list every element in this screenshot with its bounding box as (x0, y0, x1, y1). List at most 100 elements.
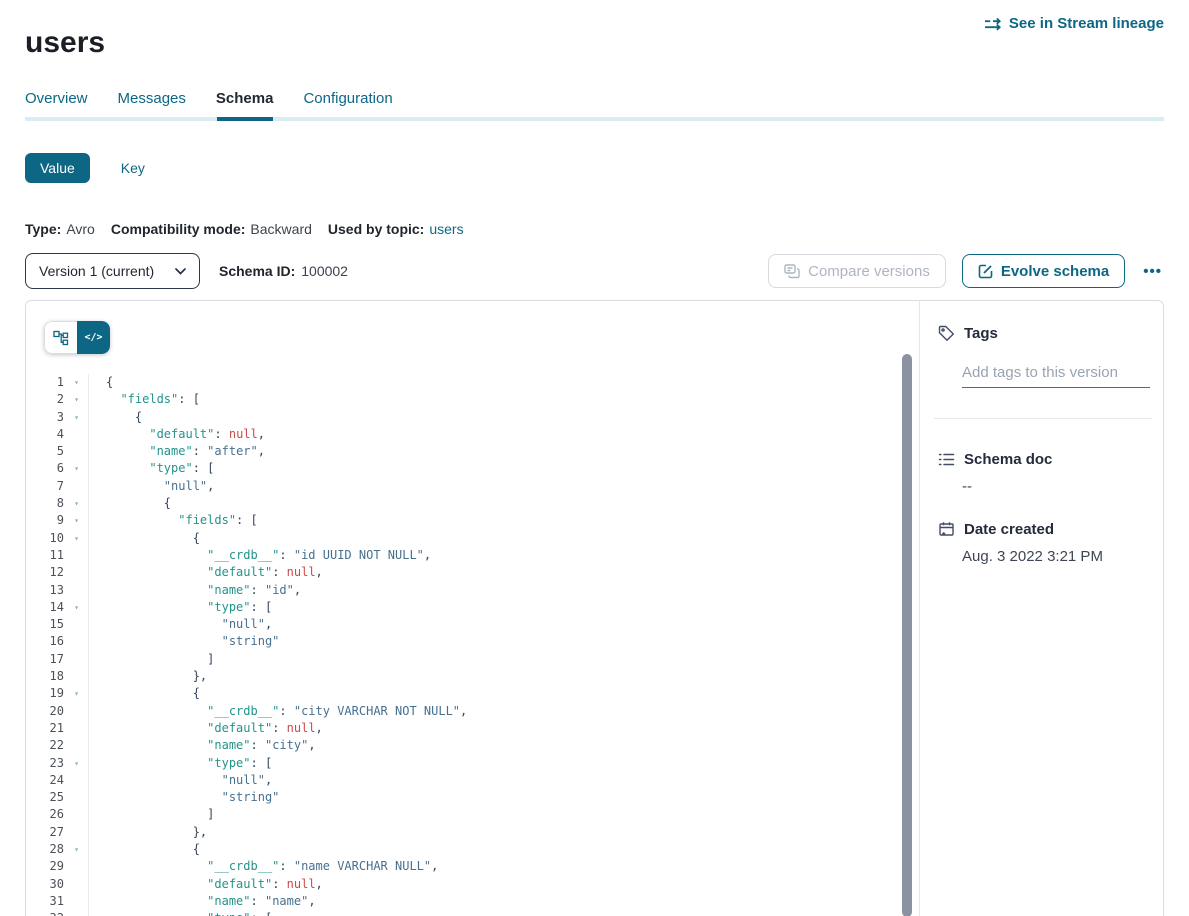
code-line: 27 }, (26, 824, 899, 841)
schema-meta-row: Type: Avro Compatibility mode: Backward … (25, 221, 464, 237)
lineage-link-label: See in Stream lineage (1009, 15, 1164, 32)
code-editor-lines: 1▾{2▾ "fields": [3▾ {4 "default": null,5… (26, 374, 899, 916)
stream-lineage-icon (984, 17, 1002, 31)
see-in-stream-lineage-link[interactable]: See in Stream lineage (984, 15, 1164, 32)
code-view-button[interactable]: </> (77, 321, 110, 354)
type-label: Type: (25, 221, 61, 237)
fold-caret-icon[interactable]: ▾ (64, 530, 89, 547)
line-number: 26 (26, 806, 64, 823)
fold-caret-placeholder (64, 564, 89, 581)
line-number: 17 (26, 651, 64, 668)
fold-caret-placeholder (64, 858, 89, 875)
tags-input-underline (962, 387, 1150, 388)
version-select-value: Version 1 (current) (39, 263, 154, 279)
fold-caret-placeholder (64, 876, 89, 893)
line-number: 11 (26, 547, 64, 564)
fold-caret-icon[interactable]: ▾ (64, 841, 89, 858)
fold-caret-icon[interactable]: ▾ (64, 910, 89, 916)
code-text: "name": "after", (89, 443, 265, 460)
line-number: 22 (26, 737, 64, 754)
code-line: 32▾ "type": [ (26, 910, 899, 916)
version-controls-row: Version 1 (current) Schema ID: 100002 Co… (25, 253, 1164, 289)
schema-doc-value: -- (962, 478, 1147, 495)
code-line: 17 ] (26, 651, 899, 668)
fold-caret-icon[interactable]: ▾ (64, 460, 89, 477)
vertical-scrollbar[interactable] (902, 354, 912, 916)
tab-overview[interactable]: Overview (25, 90, 88, 107)
compare-versions-button[interactable]: Compare versions (768, 254, 946, 288)
line-number: 20 (26, 703, 64, 720)
tag-icon (938, 325, 955, 342)
line-number: 5 (26, 443, 64, 460)
line-number: 19 (26, 685, 64, 702)
line-number: 27 (26, 824, 64, 841)
code-text: { (89, 374, 113, 391)
code-line: 20 "__crdb__": "city VARCHAR NOT NULL", (26, 703, 899, 720)
fold-caret-icon[interactable]: ▾ (64, 599, 89, 616)
fold-caret-placeholder (64, 789, 89, 806)
editor-view-toggle: </> (44, 321, 110, 354)
fold-caret-placeholder (64, 824, 89, 841)
fold-caret-placeholder (64, 651, 89, 668)
code-text: "type": [ (89, 599, 272, 616)
code-text: "default": null, (89, 720, 323, 737)
code-line: 28▾ { (26, 841, 899, 858)
fold-caret-icon[interactable]: ▾ (64, 512, 89, 529)
code-text: "type": [ (89, 755, 272, 772)
tree-view-button[interactable] (44, 321, 77, 354)
schema-card: </> 1▾{2▾ "fields": [3▾ {4 "default": nu… (25, 300, 1164, 916)
code-text: "string" (89, 633, 279, 650)
tree-view-icon (53, 330, 69, 346)
line-number: 25 (26, 789, 64, 806)
fold-caret-placeholder (64, 772, 89, 789)
fold-caret-icon[interactable]: ▾ (64, 391, 89, 408)
schema-code-pane: </> 1▾{2▾ "fields": [3▾ {4 "default": nu… (26, 301, 919, 916)
tab-schema[interactable]: Schema (216, 90, 274, 107)
fold-caret-icon[interactable]: ▾ (64, 685, 89, 702)
add-tags-input[interactable]: Add tags to this version (962, 364, 1147, 381)
fold-caret-icon[interactable]: ▾ (64, 409, 89, 426)
more-options-button[interactable]: ••• (1141, 263, 1164, 280)
fold-caret-icon[interactable]: ▾ (64, 374, 89, 391)
tab-configuration[interactable]: Configuration (303, 90, 392, 107)
line-number: 29 (26, 858, 64, 875)
version-select[interactable]: Version 1 (current) (25, 253, 200, 289)
code-text: "string" (89, 789, 279, 806)
topic-link[interactable]: users (429, 221, 463, 237)
code-line: 16 "string" (26, 633, 899, 650)
edit-icon (978, 264, 993, 279)
code-line: 14▾ "type": [ (26, 599, 899, 616)
fold-caret-placeholder (64, 582, 89, 599)
key-toggle-button[interactable]: Key (115, 159, 151, 177)
fold-caret-icon[interactable]: ▾ (64, 755, 89, 772)
fold-caret-icon[interactable]: ▾ (64, 495, 89, 512)
tags-section-heading: Tags (938, 325, 1147, 342)
code-line: 13 "name": "id", (26, 582, 899, 599)
code-line: 15 "null", (26, 616, 899, 633)
code-line: 24 "null", (26, 772, 899, 789)
code-line: 29 "__crdb__": "name VARCHAR NULL", (26, 858, 899, 875)
code-text: { (89, 685, 200, 702)
code-line: 3▾ { (26, 409, 899, 426)
code-line: 19▾ { (26, 685, 899, 702)
code-line: 6▾ "type": [ (26, 460, 899, 477)
code-line: 31 "name": "name", (26, 893, 899, 910)
fold-caret-placeholder (64, 633, 89, 650)
value-toggle-button[interactable]: Value (25, 153, 90, 183)
code-line: 22 "name": "city", (26, 737, 899, 754)
chevron-down-icon (175, 268, 186, 275)
code-line: 2▾ "fields": [ (26, 391, 899, 408)
code-text: "__crdb__": "id UUID NOT NULL", (89, 547, 431, 564)
tab-messages[interactable]: Messages (118, 90, 186, 107)
code-text: "name": "name", (89, 893, 316, 910)
code-line: 30 "default": null, (26, 876, 899, 893)
evolve-schema-label: Evolve schema (1001, 263, 1109, 280)
evolve-schema-button[interactable]: Evolve schema (962, 254, 1125, 288)
code-text: "name": "city", (89, 737, 316, 754)
doc-list-icon (938, 452, 955, 467)
code-text: "null", (89, 772, 272, 789)
code-line: 21 "default": null, (26, 720, 899, 737)
code-text: "__crdb__": "city VARCHAR NOT NULL", (89, 703, 467, 720)
fold-caret-placeholder (64, 668, 89, 685)
line-number: 3 (26, 409, 64, 426)
